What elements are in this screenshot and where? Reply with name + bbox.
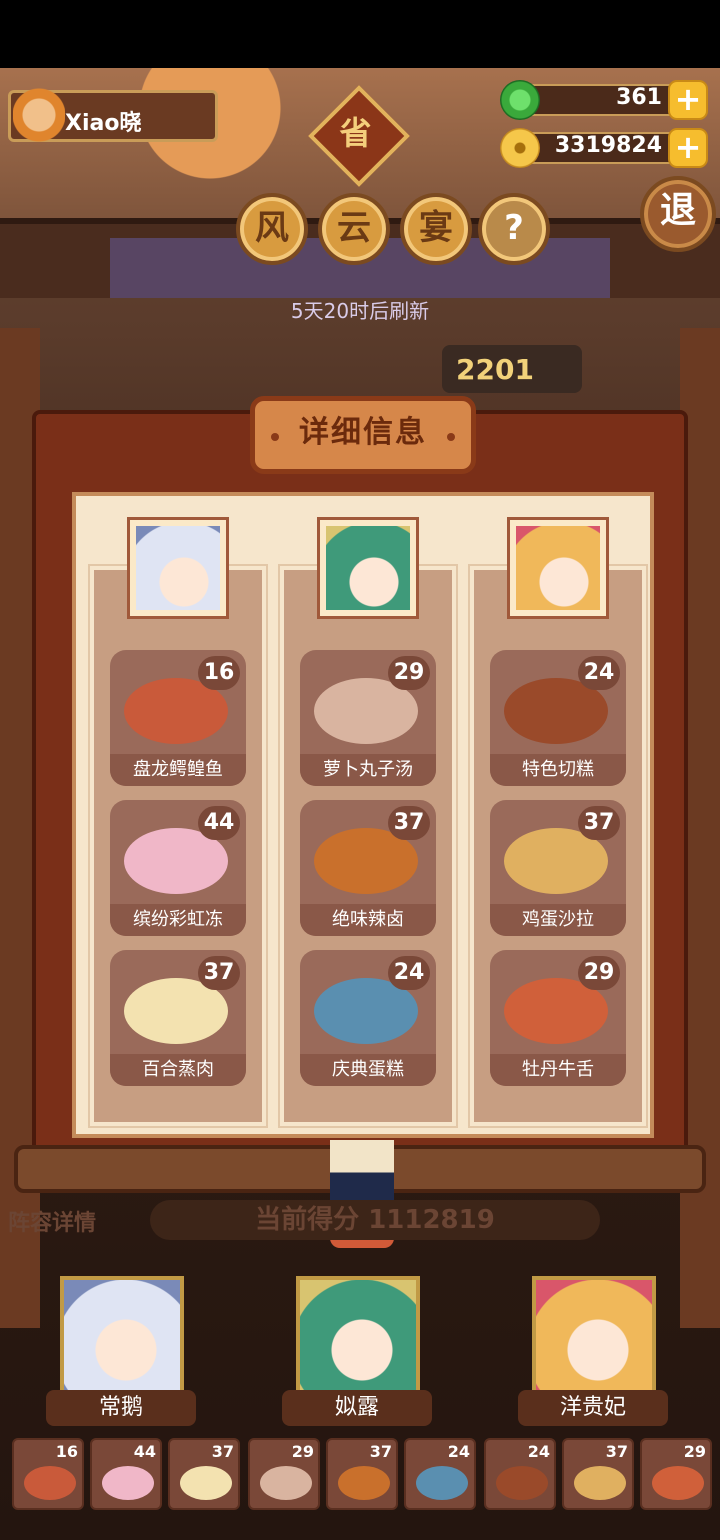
title-char-1: 风 [236,193,308,265]
dish-count: 37 [198,956,240,990]
dish-slot-count: 16 [55,1442,78,1461]
jade-icon [500,80,540,120]
dish-name: 鸡蛋沙拉 [490,904,626,936]
dish-slot-image [260,1466,312,1500]
dish-name: 特色切糕 [490,754,626,786]
dish-slot-image [416,1466,468,1500]
province-badge-label: 省 [339,114,372,153]
character-name-1: 常鹅 [46,1390,196,1426]
coin-icon [500,128,540,168]
modal-title: 详细信息 [250,396,476,474]
dish-count: 24 [578,656,620,690]
dish-card[interactable]: 37 百合蒸肉 [110,950,246,1086]
dish-slot[interactable]: 29 [248,1438,320,1510]
help-button[interactable]: ? [478,193,550,265]
chef-avatar-icon [13,87,65,147]
dish-slot-count: 29 [291,1442,314,1461]
dish-slot-image [338,1466,390,1500]
dish-card[interactable]: 37 绝味辣卤 [300,800,436,936]
dish-slot[interactable]: 37 [168,1438,240,1510]
lineup-details-label[interactable]: 阵容详情 [8,1205,96,1237]
dish-slot-count: 37 [605,1442,628,1461]
exit-button[interactable]: 退 [640,176,716,252]
dish-card[interactable]: 16 盘龙鳄鳇鱼 [110,650,246,786]
dish-slot-count: 37 [211,1442,234,1461]
dish-count: 29 [578,956,620,990]
character-name-3: 洋贵妃 [518,1390,668,1426]
dish-slot-image [102,1466,154,1500]
user-name-plate[interactable]: Xiao晓 [8,87,218,147]
dish-slot-count: 24 [527,1442,550,1461]
character-portrait-2 [320,520,416,616]
dish-slot[interactable]: 24 [484,1438,556,1510]
character-name-2: 姒露 [282,1390,432,1426]
dish-slot[interactable]: 16 [12,1438,84,1510]
character-portrait-1 [130,520,226,616]
dish-name: 庆典蛋糕 [300,1054,436,1086]
title-char-3: 宴 [400,193,472,265]
dish-card[interactable]: 29 牡丹牛舌 [490,950,626,1086]
dish-slot-count: 44 [133,1442,156,1461]
dish-name: 盘龙鳄鳇鱼 [110,754,246,786]
dish-card[interactable]: 24 庆典蛋糕 [300,950,436,1086]
add-coins-button[interactable]: + [668,128,708,168]
dish-count: 16 [198,656,240,690]
character-column-1: 16 盘龙鳄鳇鱼 44 缤纷彩虹冻 37 百合蒸肉 [88,520,268,1128]
jade-bar [518,84,688,116]
current-score: 当前得分 1112819 [150,1200,600,1240]
character-card-2[interactable] [296,1276,420,1394]
dish-card[interactable]: 37 鸡蛋沙拉 [490,800,626,936]
coin-value: 3319824 [554,133,662,158]
character-face-1 [136,526,220,610]
detail-modal: 16 盘龙鳄鳇鱼 44 缤纷彩虹冻 37 百合蒸肉 29 萝卜丸子汤 37 绝味… [32,396,688,1190]
dish-slot-count: 29 [683,1442,706,1461]
dish-slot[interactable]: 44 [90,1438,162,1510]
dish-count: 37 [388,806,430,840]
dish-card[interactable]: 24 特色切糕 [490,650,626,786]
modal-panel: 16 盘龙鳄鳇鱼 44 缤纷彩虹冻 37 百合蒸肉 29 萝卜丸子汤 37 绝味… [72,492,654,1138]
dish-name: 萝卜丸子汤 [300,754,436,786]
user-name: Xiao晓 [65,111,142,136]
dish-slot[interactable]: 24 [404,1438,476,1510]
dish-count: 37 [578,806,620,840]
character-face-2 [326,526,410,610]
character-card-1[interactable] [60,1276,184,1394]
dish-slot[interactable]: 37 [326,1438,398,1510]
dish-slot-count: 37 [369,1442,392,1461]
add-jade-button[interactable]: + [668,80,708,120]
dish-name: 缤纷彩虹冻 [110,904,246,936]
character-column-3: 24 特色切糕 37 鸡蛋沙拉 29 牡丹牛舌 [468,520,648,1128]
dish-name: 绝味辣卤 [300,904,436,936]
character-card-3[interactable] [532,1276,656,1394]
coin-currency: 3319824 + [500,128,712,168]
character-portrait-3 [510,520,606,616]
dish-slot-image [24,1466,76,1500]
dish-count: 29 [388,656,430,690]
dish-slot[interactable]: 29 [640,1438,712,1510]
dish-card[interactable]: 29 萝卜丸子汤 [300,650,436,786]
dish-slot-count: 24 [447,1442,470,1461]
dish-count: 24 [388,956,430,990]
dish-name: 牡丹牛舌 [490,1054,626,1086]
dish-slot[interactable]: 37 [562,1438,634,1510]
dish-slot-image [574,1466,626,1500]
character-column-2: 29 萝卜丸子汤 37 绝味辣卤 24 庆典蛋糕 [278,520,458,1128]
title-char-2: 云 [318,193,390,265]
jade-currency: 361 + [500,80,712,120]
dish-name: 百合蒸肉 [110,1054,246,1086]
character-face-3 [516,526,600,610]
dish-card[interactable]: 44 缤纷彩虹冻 [110,800,246,936]
refresh-timer: 5天20时后刷新 [290,299,430,323]
dish-slot-image [652,1466,704,1500]
status-bar [0,0,720,68]
jade-value: 361 [616,85,662,110]
dish-count: 44 [198,806,240,840]
score-partial: 2201 [442,345,582,393]
dish-slot-image [496,1466,548,1500]
dish-slot-image [180,1466,232,1500]
